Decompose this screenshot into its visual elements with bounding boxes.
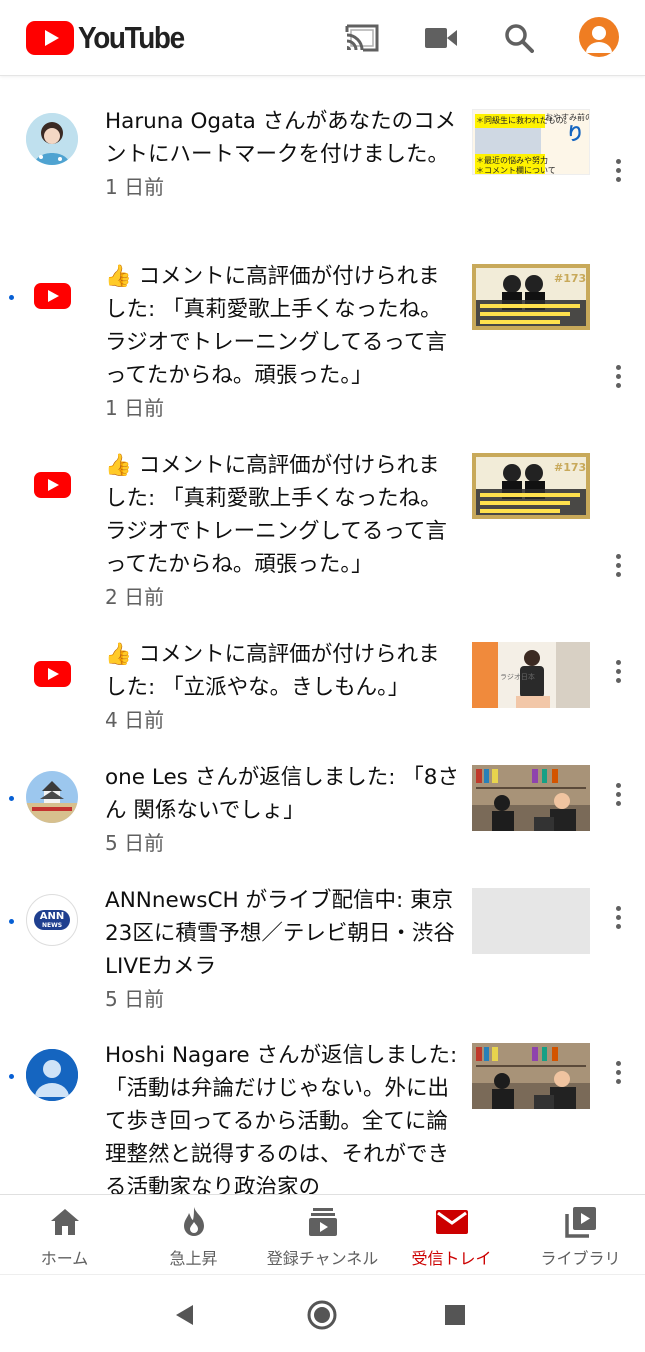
cast-icon[interactable] xyxy=(342,18,382,58)
video-camera-icon[interactable] xyxy=(421,18,461,58)
video-thumbnail[interactable]: #173 xyxy=(472,453,590,519)
trending-flame-icon xyxy=(176,1205,212,1239)
back-icon[interactable] xyxy=(166,1297,202,1333)
nav-inbox[interactable]: 受信トレイ xyxy=(387,1195,516,1274)
notification-time: 1 日前 xyxy=(105,175,165,199)
more-options-icon[interactable] xyxy=(606,1052,630,1092)
notification-text: 👍 コメントに高評価が付けられました: 「真莉愛歌上手くなったね。ラジオでトレー… xyxy=(105,260,460,424)
video-thumbnail[interactable]: おやすみ前の お喋り ＊同級生に救われたもの。 ＊最近の悩みや努力 ＊コメント欄… xyxy=(472,109,590,175)
thumb-caption-3: ＊コメント欄について xyxy=(476,166,556,175)
youtube-logo-icon xyxy=(26,21,74,55)
notification-text: 👍 コメントに高評価が付けられました: 「立派やな。きしもん。」 4 日前 xyxy=(105,638,460,736)
notification-text: ANNnewsCH がライブ配信中: 東京23区に積雪予想／テレビ朝日・渋谷LI… xyxy=(105,884,460,1015)
home-circle-icon[interactable] xyxy=(304,1297,340,1333)
unread-indicator xyxy=(9,919,14,924)
thumb-title: お喋り xyxy=(563,124,589,160)
youtube-logo-icon xyxy=(34,283,71,309)
nav-label: 受信トレイ xyxy=(411,1249,492,1268)
thumb-episode: #173 xyxy=(554,461,587,474)
video-thumbnail[interactable] xyxy=(472,1043,590,1109)
notification-item[interactable]: 👍 コメントに高評価が付けられました: 「真莉愛歌上手くなったね。ラジオでトレー… xyxy=(0,260,645,450)
notification-message: 👍 コメントに高評価が付けられました: 「真莉愛歌上手くなったね。ラジオでトレー… xyxy=(105,453,447,577)
recents-icon[interactable] xyxy=(437,1297,473,1333)
notification-time: 1 日前 xyxy=(105,396,165,420)
notification-text: 👍 コメントに高評価が付けられました: 「真莉愛歌上手くなったね。ラジオでトレー… xyxy=(105,449,460,613)
notification-time: 4 日前 xyxy=(105,708,165,732)
notification-message: 👍 コメントに高評価が付けられました: 「真莉愛歌上手くなったね。ラジオでトレー… xyxy=(105,264,447,388)
notification-time: 5 日前 xyxy=(105,831,165,855)
notification-message: ANNnewsCH がライブ配信中: 東京23区に積雪予想／テレビ朝日・渋谷LI… xyxy=(105,888,455,979)
notification-text: one Les さんが返信しました: 「8さん 関係ないでしょ」 5 日前 xyxy=(105,761,460,859)
notification-message: Haruna Ogata さんがあなたのコメントにハートマークを付けました。 xyxy=(105,109,457,167)
nav-trending[interactable]: 急上昇 xyxy=(129,1195,258,1274)
notification-item[interactable]: ANN NEWS ANNnewsCH がライブ配信中: 東京23区に積雪予想／テ… xyxy=(0,884,645,1039)
nav-label: ホーム xyxy=(40,1249,89,1268)
search-icon[interactable] xyxy=(499,18,539,58)
youtube-logo-icon xyxy=(34,661,71,687)
more-options-icon[interactable] xyxy=(606,651,630,691)
user-avatar[interactable] xyxy=(26,1049,78,1101)
channel-avatar[interactable]: ANN NEWS xyxy=(26,894,78,946)
more-options-icon[interactable] xyxy=(606,774,630,814)
library-icon xyxy=(563,1205,599,1239)
nav-label: 登録チャンネル xyxy=(266,1249,379,1268)
more-options-icon[interactable] xyxy=(606,150,630,190)
notification-item[interactable]: 👍 コメントに高評価が付けられました: 「立派やな。きしもん。」 4 日前 ラジ… xyxy=(0,638,645,761)
thumb-caption: ラジオ日本 xyxy=(500,673,535,681)
youtube-logo-icon xyxy=(34,472,71,498)
home-icon xyxy=(47,1205,83,1239)
bottom-navigation: ホーム 急上昇 登録チャンネル 受信トレイ ライブラリ xyxy=(0,1194,645,1274)
notification-item[interactable]: 👍 コメントに高評価が付けられました: 「真莉愛歌上手くなったね。ラジオでトレー… xyxy=(0,449,645,639)
nav-label: 急上昇 xyxy=(169,1249,218,1268)
thumb-caption-1: ＊同級生に救われたもの。 xyxy=(476,116,572,125)
system-navigation-bar xyxy=(0,1274,645,1352)
subscriptions-icon xyxy=(305,1205,341,1239)
more-options-icon[interactable] xyxy=(606,356,630,396)
notification-list: Haruna Ogata さんがあなたのコメントにハートマークを付けました。 1… xyxy=(0,77,645,1194)
top-app-bar: YouTube xyxy=(0,0,645,76)
ann-logo-subtext: NEWS xyxy=(41,922,63,929)
video-thumbnail[interactable]: #173 xyxy=(472,264,590,330)
notification-item[interactable]: Haruna Ogata さんがあなたのコメントにハートマークを付けました。 1… xyxy=(0,105,645,265)
unread-indicator xyxy=(9,295,14,300)
notification-item[interactable]: one Les さんが返信しました: 「8さん 関係ないでしょ」 5 日前 xyxy=(0,761,645,884)
video-thumbnail[interactable]: ラジオ日本 xyxy=(472,642,590,708)
user-avatar[interactable] xyxy=(26,771,78,823)
notification-time: 2 日前 xyxy=(105,585,165,609)
notification-message: one Les さんが返信しました: 「8さん 関係ないでしょ」 xyxy=(105,765,459,823)
notification-message: 👍 コメントに高評価が付けられました: 「立派やな。きしもん。」 xyxy=(105,642,440,700)
ann-logo-text: ANN xyxy=(39,911,65,922)
video-thumbnail[interactable] xyxy=(472,765,590,831)
notification-time: 5 日前 xyxy=(105,987,165,1011)
thumb-episode: #173 xyxy=(554,272,587,285)
more-options-icon[interactable] xyxy=(606,897,630,937)
unread-indicator xyxy=(9,796,14,801)
notification-text: Hoshi Nagare さんが返信しました: 「活動は弁論だけじゃない。外に出… xyxy=(105,1039,460,1194)
notification-item[interactable]: Hoshi Nagare さんが返信しました: 「活動は弁論だけじゃない。外に出… xyxy=(0,1039,645,1194)
notification-message: Hoshi Nagare さんが返信しました: 「活動は弁論だけじゃない。外に出… xyxy=(105,1043,458,1194)
more-options-icon[interactable] xyxy=(606,545,630,585)
youtube-logo[interactable]: YouTube xyxy=(26,20,196,56)
nav-library[interactable]: ライブラリ xyxy=(516,1195,645,1274)
video-thumbnail[interactable] xyxy=(472,888,590,954)
inbox-mail-icon xyxy=(434,1205,470,1239)
user-avatar[interactable] xyxy=(26,113,78,165)
logo-text: YouTube xyxy=(78,20,185,55)
account-avatar[interactable] xyxy=(579,17,619,57)
nav-label: ライブラリ xyxy=(540,1249,621,1268)
nav-home[interactable]: ホーム xyxy=(0,1195,129,1274)
nav-subscriptions[interactable]: 登録チャンネル xyxy=(258,1195,387,1274)
notification-text: Haruna Ogata さんがあなたのコメントにハートマークを付けました。 1… xyxy=(105,105,460,203)
unread-indicator xyxy=(9,1074,14,1079)
